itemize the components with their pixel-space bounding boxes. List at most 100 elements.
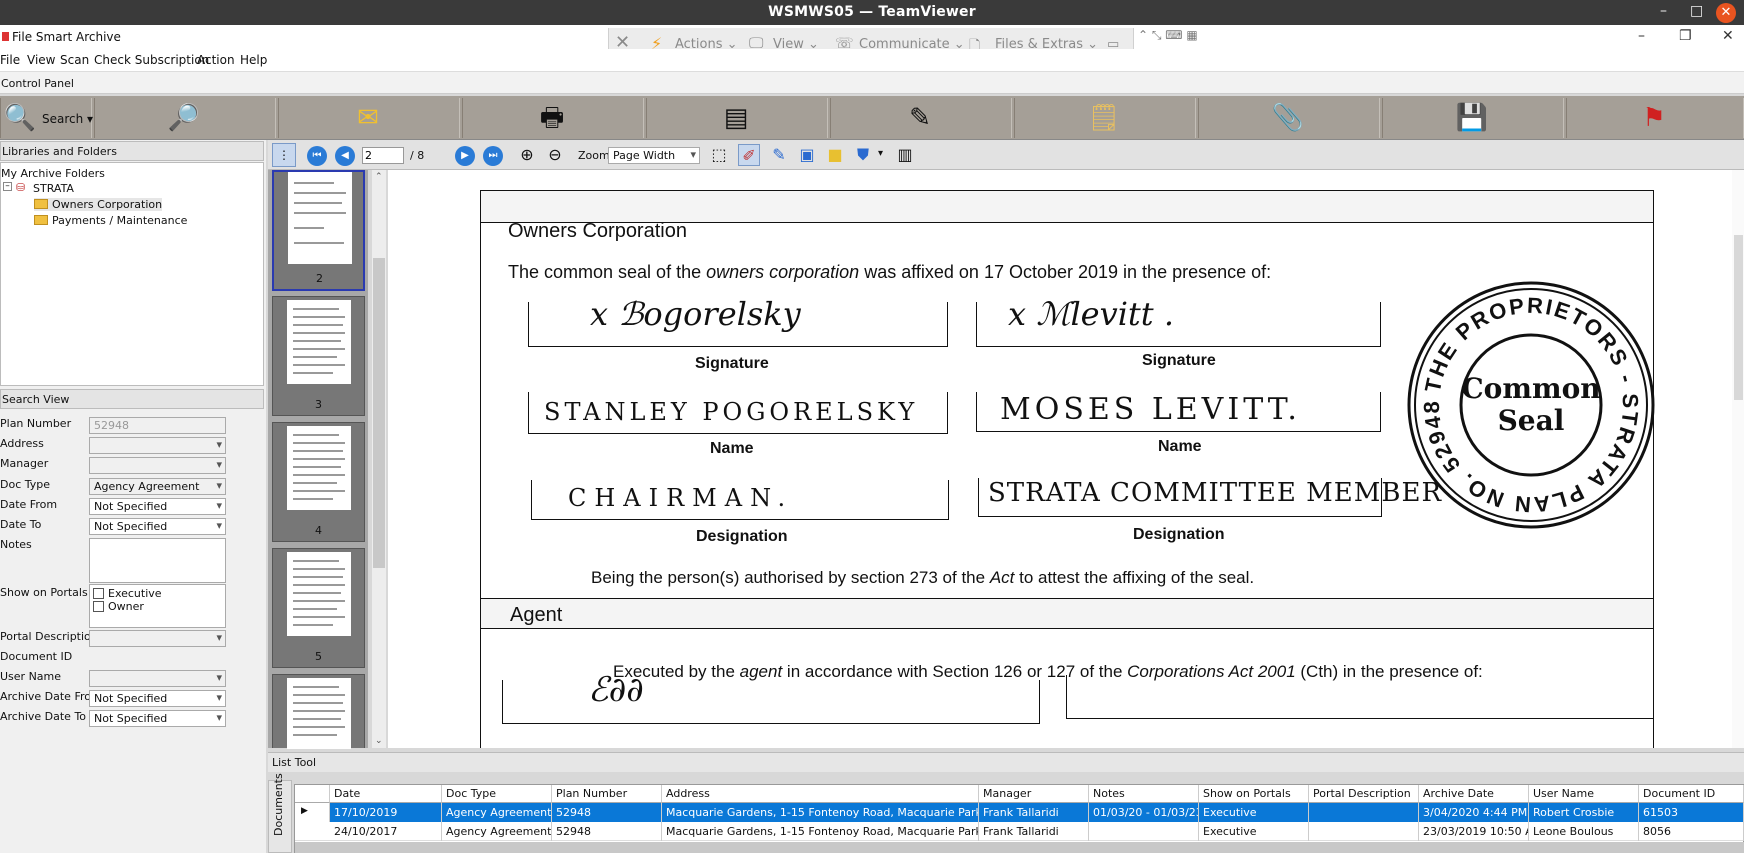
menu-action[interactable]: Action — [197, 53, 235, 67]
archive-date-to-select[interactable]: Not Specified — [89, 710, 226, 727]
label-show-on-portals: Show on Portals — [0, 586, 88, 599]
eraser-icon[interactable]: ✐ — [738, 144, 760, 166]
cell-doc-type: Agency Agreement — [442, 822, 552, 841]
maximize-icon[interactable]: □ — [1690, 3, 1703, 19]
paperclip-icon: 📎 — [1271, 103, 1305, 133]
folder-label: Owners Corporation — [52, 198, 163, 211]
archive-date-from-select[interactable]: Not Specified — [89, 690, 226, 707]
app-restore-icon[interactable]: ❐ — [1679, 28, 1692, 44]
col-header-show-on-portals[interactable]: Show on Portals — [1199, 785, 1309, 803]
menu-file[interactable]: File — [0, 53, 20, 67]
zoom-label: Zoom — [578, 149, 610, 162]
scroll-down-icon[interactable]: ⌄ — [375, 736, 383, 746]
menu-check-subscription[interactable]: Check Subscription — [94, 53, 209, 67]
rotate-icon[interactable]: ⬚ — [708, 144, 730, 166]
last-page-icon[interactable]: ⏭ — [483, 146, 503, 166]
barcode-icon[interactable]: ▥ — [894, 144, 916, 166]
scanner-icon: ▤ — [723, 103, 749, 133]
thumbnail-page[interactable] — [272, 674, 365, 749]
thumbnails-toggle-icon[interactable]: ⋮ — [272, 143, 296, 167]
minimize-icon[interactable]: – — [1660, 3, 1667, 19]
address-select[interactable] — [89, 437, 226, 454]
zoom-in-icon[interactable]: ⊕ — [516, 144, 538, 166]
grid-row-header-col — [295, 785, 330, 803]
scroll-up-icon[interactable]: ⌃ — [375, 172, 383, 182]
text-box-icon[interactable]: ▣ — [796, 144, 818, 166]
menu-help[interactable]: Help — [240, 53, 267, 67]
grid-horizontal-scrollbar[interactable] — [295, 842, 1744, 853]
date-to-select[interactable]: Not Specified — [89, 518, 226, 535]
signature-label-2: Signature — [1142, 352, 1216, 369]
col-header-address[interactable]: Address — [662, 785, 979, 803]
col-header-manager[interactable]: Manager — [979, 785, 1089, 803]
app-logo-icon — [2, 32, 9, 41]
thumbnail-page[interactable]: 3 — [272, 296, 365, 416]
tree-library-strata[interactable]: STRATA — [33, 182, 74, 195]
cell-plan-number: 52948 — [552, 803, 662, 822]
zoom-out-icon[interactable]: ⊖ — [544, 144, 566, 166]
document-view: Owners Corporation The common seal of th… — [388, 170, 1744, 748]
date-from-select[interactable]: Not Specified — [89, 498, 226, 515]
col-header-user-name[interactable]: User Name — [1529, 785, 1639, 803]
cell-document-id: 8056 — [1639, 822, 1744, 841]
section-agent: Agent — [510, 604, 563, 626]
col-header-archive-date[interactable]: Archive Date — [1419, 785, 1529, 803]
checkbox-executive[interactable] — [93, 588, 104, 599]
tree-folder-payments[interactable]: Payments / Maintenance — [34, 214, 187, 227]
panel-collapse-icon[interactable]: ⌃ ⤡ ⌨ ▦ — [1138, 28, 1198, 43]
seal-statement-pre: The common seal of the — [508, 262, 707, 282]
page-number-input[interactable] — [362, 147, 404, 164]
notes-field[interactable] — [89, 538, 226, 583]
col-header-portal-description[interactable]: Portal Description — [1309, 785, 1419, 803]
notes-icon: 🗒 — [1087, 103, 1121, 133]
section-header-bar — [481, 191, 1653, 223]
authorised-post: to attest the affixing of the seal. — [1014, 568, 1255, 587]
document-scroll-thumb[interactable] — [1734, 235, 1743, 400]
app-minimize-icon[interactable]: – — [1638, 28, 1645, 44]
col-header-notes[interactable]: Notes — [1089, 785, 1199, 803]
document-id-field[interactable] — [89, 650, 226, 667]
envelope-icon: ✉ — [357, 103, 379, 133]
zoom-select[interactable]: Page Width — [608, 147, 700, 164]
seal-statement: The common seal of the owners corporatio… — [508, 262, 1271, 283]
stamp-dropdown-icon[interactable]: ▾ — [878, 148, 883, 159]
portal-executive-label: Executive — [108, 587, 162, 600]
thumbnail-number: 2 — [316, 272, 323, 285]
user-name-select[interactable] — [89, 670, 226, 687]
previous-page-icon[interactable]: ◀ — [335, 146, 355, 166]
plan-number-field[interactable]: 52948 — [89, 417, 226, 434]
col-header-document-id[interactable]: Document ID — [1639, 785, 1744, 803]
thumbnail-scroll-thumb[interactable] — [373, 258, 385, 568]
label-portal-description: Portal Description — [0, 630, 98, 643]
name-1: STANLEY POGORELSKY — [544, 398, 919, 426]
agent-signature-box-1 — [502, 680, 1040, 724]
col-header-date[interactable]: Date — [330, 785, 442, 803]
pen-icon[interactable]: ✎ — [768, 144, 790, 166]
sticky-note-icon[interactable]: ■ — [824, 144, 846, 166]
menu-view[interactable]: View — [27, 53, 55, 67]
thumbnail-page[interactable]: 4 — [272, 422, 365, 542]
thumbnail-page[interactable]: 2 — [272, 170, 365, 291]
checkbox-owner[interactable] — [93, 601, 104, 612]
close-icon[interactable]: ✕ — [1716, 3, 1736, 23]
doc-type-select[interactable]: Agency Agreement — [89, 478, 226, 495]
manager-select[interactable] — [89, 457, 226, 474]
tree-root[interactable]: My Archive Folders — [1, 167, 105, 180]
next-page-icon[interactable]: ▶ — [455, 146, 475, 166]
first-page-icon[interactable]: ⏮ — [307, 146, 327, 166]
menu-scan[interactable]: Scan — [60, 53, 89, 67]
tree-folder-owners-corporation[interactable]: Owners Corporation — [34, 198, 163, 211]
stamp-icon[interactable]: ⛊ — [852, 144, 874, 166]
common-seal: THE PROPRIETORS - STRATA PLAN NO. 52948 … — [1407, 281, 1655, 529]
control-panel-label: Control Panel — [0, 72, 1744, 94]
thumbnail-page[interactable]: 5 — [272, 548, 365, 668]
col-header-doc-type[interactable]: Doc Type — [442, 785, 552, 803]
col-header-plan-number[interactable]: Plan Number — [552, 785, 662, 803]
page-total: / 8 — [410, 149, 425, 162]
app-close-icon[interactable]: ✕ — [1722, 28, 1734, 44]
seal-center-seal: Seal — [1498, 404, 1565, 437]
collapse-icon[interactable]: – — [3, 182, 12, 191]
portal-description-select[interactable] — [89, 630, 226, 647]
row-selector-icon[interactable]: ▶ — [295, 803, 330, 822]
printer-icon: 🖶 — [539, 103, 565, 133]
